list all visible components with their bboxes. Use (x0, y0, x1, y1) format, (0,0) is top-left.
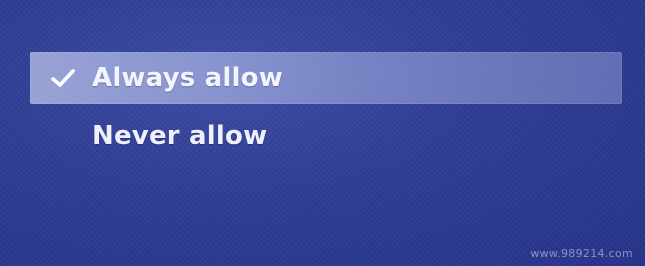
menu-item-never-allow[interactable]: Never allow (30, 110, 622, 162)
menu-item-label: Never allow (92, 121, 268, 151)
menu-item-label: Always allow (92, 63, 283, 93)
tv-settings-screen: Always allow Never allow www.989214.com (0, 0, 645, 266)
watermark-text: www.989214.com (530, 247, 633, 260)
menu-item-always-allow[interactable]: Always allow (30, 52, 622, 104)
permission-menu: Always allow Never allow (30, 52, 622, 162)
checkmark-icon (50, 66, 76, 90)
